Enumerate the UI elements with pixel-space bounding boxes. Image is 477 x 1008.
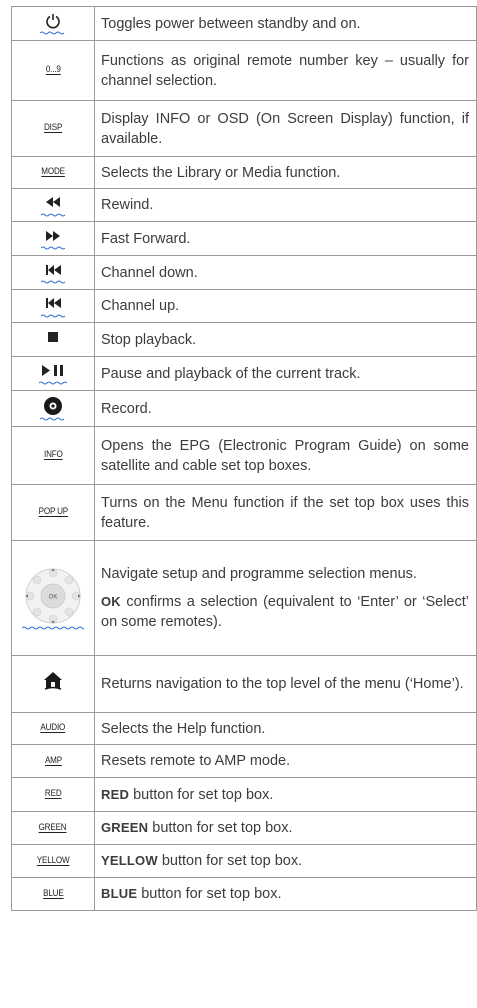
key-description: Selects the Library or Media function. <box>94 156 477 189</box>
key-cell: GREEN <box>11 811 95 845</box>
table-row: Fast Forward. <box>11 221 477 256</box>
navigation-pad-icon: OK <box>25 568 81 623</box>
key-description: Toggles power between standby and on. <box>94 6 477 41</box>
channel-down-key <box>41 261 65 284</box>
key-cell <box>11 289 95 323</box>
record-icon <box>44 397 62 415</box>
table-row: AMP Resets remote to AMP mode. <box>11 744 477 778</box>
info-key: INFO <box>43 449 63 459</box>
table-row: Pause and playback of the current track. <box>11 356 477 391</box>
key-description: Stop playback. <box>94 322 477 357</box>
home-key <box>43 672 63 695</box>
table-row: MODE Selects the Library or Media functi… <box>11 156 477 189</box>
navigation-pad-key: OK <box>22 567 84 630</box>
key-cell <box>11 322 95 357</box>
key-cell <box>11 221 95 256</box>
table-row: POP UP Turns on the Menu function if the… <box>11 484 477 541</box>
table-row: BLUE BLUE button for set top box. <box>11 877 477 911</box>
skip-back-icon <box>45 264 61 275</box>
power-key <box>40 12 65 35</box>
home-icon <box>44 672 62 691</box>
table-row: RED RED button for set top box. <box>11 777 477 812</box>
table-row: INFO Opens the EPG (Electronic Program G… <box>11 426 477 485</box>
red-key: RED <box>44 788 62 798</box>
table-row: Channel down. <box>11 255 477 290</box>
key-cell: OK <box>11 540 95 656</box>
table-row: DISP Display INFO or OSD (On Screen Disp… <box>11 100 477 157</box>
mode-key: MODE <box>41 166 65 176</box>
fast-forward-key <box>41 227 65 250</box>
key-cell: RED <box>11 777 95 812</box>
table-row: Channel up. <box>11 289 477 323</box>
disp-key: DISP <box>43 122 63 132</box>
yellow-key: YELLOW <box>36 854 70 865</box>
table-row: OK Navigate setup and programme selectio… <box>11 540 477 656</box>
table-row: Toggles power between standby and on. <box>11 6 477 41</box>
table-row: YELLOW YELLOW button for set top box. <box>11 844 477 878</box>
table-row: Stop playback. <box>11 322 477 357</box>
key-description: Turns on the Menu function if the set to… <box>94 484 477 541</box>
key-description: Channel down. <box>94 255 477 290</box>
key-cell: 0...9 <box>11 40 95 101</box>
key-cell <box>11 6 95 41</box>
svg-text:OK: OK <box>49 594 58 600</box>
key-description: RED button for set top box. <box>94 777 477 812</box>
key-cell <box>11 188 95 222</box>
key-cell: MODE <box>11 156 95 189</box>
fast-forward-icon <box>46 230 60 241</box>
key-description: Pause and playback of the current track. <box>94 356 477 391</box>
key-description: Rewind. <box>94 188 477 222</box>
key-description: Record. <box>94 390 477 427</box>
key-description: BLUE button for set top box. <box>94 877 477 911</box>
audio-key: AUDIO <box>40 722 66 732</box>
key-description: Resets remote to AMP mode. <box>94 744 477 778</box>
key-cell: DISP <box>11 100 95 157</box>
key-cell: BLUE <box>11 877 95 911</box>
green-key: GREEN <box>39 821 67 832</box>
remote-key-table: Toggles power between standby and on. 0.… <box>11 6 477 911</box>
play-pause-icon <box>42 365 63 377</box>
stop-icon <box>48 331 58 342</box>
key-description: Functions as original remote number key … <box>94 40 477 101</box>
key-cell: POP UP <box>11 484 95 541</box>
blue-key: BLUE <box>42 887 64 898</box>
key-description: Fast Forward. <box>94 221 477 256</box>
skip-back-icon <box>45 298 61 309</box>
stop-key <box>48 328 58 351</box>
key-cell <box>11 356 95 391</box>
table-row: Returns navigation to the top level of t… <box>11 655 477 713</box>
table-row: GREEN GREEN button for set top box. <box>11 811 477 845</box>
key-description: Channel up. <box>94 289 477 323</box>
key-cell: AUDIO <box>11 712 95 745</box>
table-row: 0...9 Functions as original remote numbe… <box>11 40 477 101</box>
table-row: Rewind. <box>11 188 477 222</box>
power-icon <box>46 13 60 29</box>
play-pause-key <box>39 362 67 385</box>
pop-up-key: POP UP <box>38 506 68 516</box>
key-cell <box>11 255 95 290</box>
table-row: Record. <box>11 390 477 427</box>
key-cell: YELLOW <box>11 844 95 878</box>
key-description: Display INFO or OSD (On Screen Display) … <box>94 100 477 157</box>
rewind-icon <box>46 197 60 208</box>
key-cell: INFO <box>11 426 95 485</box>
key-description: Opens the EPG (Electronic Program Guide)… <box>94 426 477 485</box>
key-description: Returns navigation to the top level of t… <box>94 655 477 713</box>
key-cell: AMP <box>11 744 95 778</box>
channel-up-key <box>41 295 65 318</box>
key-description: Navigate setup and programme selection m… <box>94 540 477 656</box>
amp-key: AMP <box>44 754 62 765</box>
table-row: AUDIO Selects the Help function. <box>11 712 477 745</box>
key-description: GREEN button for set top box. <box>94 811 477 845</box>
key-description: YELLOW button for set top box. <box>94 844 477 878</box>
rewind-key <box>41 194 65 217</box>
key-cell <box>11 390 95 427</box>
key-cell <box>11 655 95 713</box>
number-key: 0...9 <box>45 64 61 74</box>
record-key <box>40 396 65 421</box>
key-description: Selects the Help function. <box>94 712 477 745</box>
